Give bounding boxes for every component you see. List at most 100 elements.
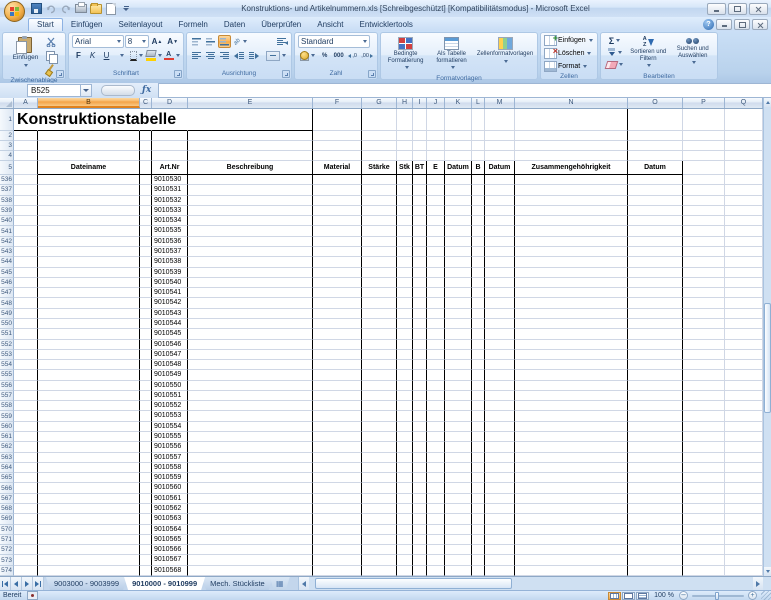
cell-H548[interactable]: [397, 298, 413, 309]
cell-Q560[interactable]: [725, 421, 763, 433]
cell-A567[interactable]: [14, 493, 38, 504]
cell-A572[interactable]: [14, 545, 38, 556]
cell-N565[interactable]: [515, 473, 628, 484]
cell-N540[interactable]: [515, 216, 628, 227]
cell-Q565[interactable]: [725, 473, 763, 484]
cell-M548[interactable]: [485, 298, 515, 309]
cell-E557[interactable]: [188, 390, 313, 402]
cell-O544[interactable]: [628, 257, 683, 268]
cell-I570[interactable]: [413, 524, 427, 535]
cell-Q1[interactable]: [725, 109, 763, 131]
cell-H563[interactable]: [397, 452, 413, 463]
cell-N545[interactable]: [515, 267, 628, 278]
cell-J548[interactable]: [427, 298, 445, 309]
cell-P4[interactable]: [683, 151, 725, 161]
cell-I562[interactable]: [413, 442, 427, 453]
cell-P538[interactable]: [683, 195, 725, 206]
cell-O573[interactable]: [628, 555, 683, 566]
cell-M567[interactable]: [485, 493, 515, 504]
cell-O553[interactable]: [628, 349, 683, 361]
cell-C573[interactable]: [140, 555, 152, 566]
cell-F537[interactable]: [313, 185, 362, 196]
cell-G574[interactable]: [362, 565, 397, 576]
cell-L539[interactable]: [472, 205, 485, 217]
cell-K571[interactable]: [445, 534, 472, 546]
cell-N554[interactable]: [515, 360, 628, 371]
cell-P546[interactable]: [683, 277, 725, 289]
cell-J539[interactable]: [427, 205, 445, 217]
cell-M549[interactable]: [485, 308, 515, 319]
cell-I551[interactable]: [413, 329, 427, 340]
cell-K553[interactable]: [445, 349, 472, 361]
orientation-button[interactable]: ab: [232, 35, 249, 48]
cell-C555[interactable]: [140, 370, 152, 381]
formula-input[interactable]: [158, 83, 771, 98]
cell-L562[interactable]: [472, 442, 485, 453]
undo-button[interactable]: [45, 3, 57, 15]
cell-N566[interactable]: [515, 483, 628, 494]
cell-I553[interactable]: [413, 349, 427, 361]
sort-filter-button[interactable]: AZ Sortieren und Filtern: [627, 35, 670, 72]
cell-J537[interactable]: [427, 185, 445, 196]
cell-E538[interactable]: [188, 195, 313, 206]
cell-M558[interactable]: [485, 401, 515, 412]
cell-M550[interactable]: [485, 318, 515, 330]
cell-C548[interactable]: [140, 298, 152, 309]
cell-B552[interactable]: [38, 339, 140, 350]
cell-G566[interactable]: [362, 483, 397, 494]
cell-C543[interactable]: [140, 246, 152, 258]
cell-P565[interactable]: [683, 473, 725, 484]
cell-K561[interactable]: [445, 432, 472, 443]
cell-D569[interactable]: 9010563: [152, 514, 188, 525]
cell-A4[interactable]: [14, 151, 38, 161]
cell-O566[interactable]: [628, 483, 683, 494]
cell-L549[interactable]: [472, 308, 485, 319]
cell-N556[interactable]: [515, 380, 628, 391]
cell-D570[interactable]: 9010564: [152, 524, 188, 535]
office-button[interactable]: [4, 1, 25, 22]
cell-G559[interactable]: [362, 411, 397, 422]
cell-I560[interactable]: [413, 421, 427, 433]
cell-E542[interactable]: [188, 236, 313, 247]
cell-F562[interactable]: [313, 442, 362, 453]
cell-O551[interactable]: [628, 329, 683, 340]
cell-K5[interactable]: Datum: [445, 161, 472, 175]
cell-G557[interactable]: [362, 390, 397, 402]
cell-G565[interactable]: [362, 473, 397, 484]
cell-N558[interactable]: [515, 401, 628, 412]
cell-I558[interactable]: [413, 401, 427, 412]
cell-C557[interactable]: [140, 390, 152, 402]
insert-worksheet-button[interactable]: ▦: [270, 577, 290, 590]
page-break-view-button[interactable]: [636, 591, 650, 600]
cell-P558[interactable]: [683, 401, 725, 412]
cell-K558[interactable]: [445, 401, 472, 412]
cell-P537[interactable]: [683, 185, 725, 196]
cell-N563[interactable]: [515, 452, 628, 463]
delete-cells-button[interactable]: Löschen: [544, 46, 594, 59]
cell-M546[interactable]: [485, 277, 515, 289]
cell-L557[interactable]: [472, 390, 485, 402]
cell-F574[interactable]: [313, 565, 362, 576]
cell-F571[interactable]: [313, 534, 362, 546]
scroll-up-button[interactable]: [764, 98, 771, 107]
cell-O564[interactable]: [628, 462, 683, 474]
row-header-564[interactable]: 564: [0, 462, 14, 474]
cell-L567[interactable]: [472, 493, 485, 504]
row-header-543[interactable]: 543: [0, 246, 14, 258]
cell-G556[interactable]: [362, 380, 397, 391]
insert-cells-button[interactable]: Einfügen: [544, 33, 594, 46]
cell-D551[interactable]: 9010545: [152, 329, 188, 340]
cell-O541[interactable]: [628, 226, 683, 237]
column-header-Q[interactable]: Q: [725, 98, 763, 108]
cell-P564[interactable]: [683, 462, 725, 474]
paste-dropdown[interactable]: [22, 62, 28, 69]
cell-N564[interactable]: [515, 462, 628, 474]
column-header-I[interactable]: I: [413, 98, 427, 108]
cell-P560[interactable]: [683, 421, 725, 433]
cell-I2[interactable]: [413, 131, 427, 141]
cell-A562[interactable]: [14, 442, 38, 453]
row-header-551[interactable]: 551: [0, 329, 14, 340]
workbook-restore-button[interactable]: [734, 19, 750, 30]
cell-Q554[interactable]: [725, 360, 763, 371]
percent-button[interactable]: %: [318, 49, 331, 62]
